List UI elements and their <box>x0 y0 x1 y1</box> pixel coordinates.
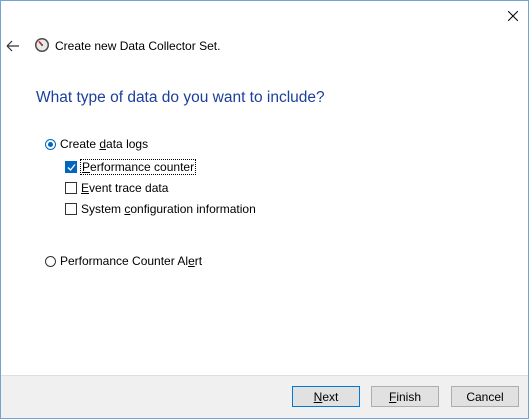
create-data-logs-radio[interactable] <box>45 138 56 150</box>
performance-counter-checkbox[interactable] <box>65 161 77 173</box>
create-data-logs-label: Create data logs <box>60 137 149 151</box>
checkmark-icon <box>67 164 76 171</box>
performance-monitor-icon <box>35 38 49 52</box>
performance-counter-label: Performance counter <box>79 159 197 175</box>
back-arrow-icon <box>6 40 19 52</box>
dialog-title: Create new Data Collector Set. <box>55 39 221 53</box>
close-icon <box>508 11 518 21</box>
event-trace-label: Event trace data <box>81 181 169 195</box>
cancel-button[interactable]: Cancel <box>451 386 519 407</box>
create-data-logs-option[interactable]: Create data logs <box>45 136 148 152</box>
wizard-window: Create new Data Collector Set. What type… <box>0 0 529 419</box>
finish-button[interactable]: Finish <box>371 386 439 407</box>
performance-counter-alert-option[interactable]: Performance Counter Alert <box>45 253 202 269</box>
system-config-label: System configuration information <box>81 202 256 216</box>
next-button[interactable]: Next <box>292 386 360 407</box>
event-trace-checkbox[interactable] <box>65 182 77 194</box>
event-trace-option[interactable]: Event trace data <box>65 180 168 196</box>
performance-counter-alert-radio[interactable] <box>45 255 56 267</box>
system-config-option[interactable]: System configuration information <box>65 201 256 217</box>
button-bar: Next Finish Cancel <box>1 375 528 418</box>
back-button[interactable] <box>4 36 22 56</box>
close-button[interactable] <box>498 3 528 29</box>
system-config-checkbox[interactable] <box>65 203 77 215</box>
performance-counter-alert-label: Performance Counter Alert <box>60 254 203 268</box>
page-heading: What type of data do you want to include… <box>36 89 325 106</box>
performance-counter-option[interactable]: Performance counter <box>65 159 197 175</box>
